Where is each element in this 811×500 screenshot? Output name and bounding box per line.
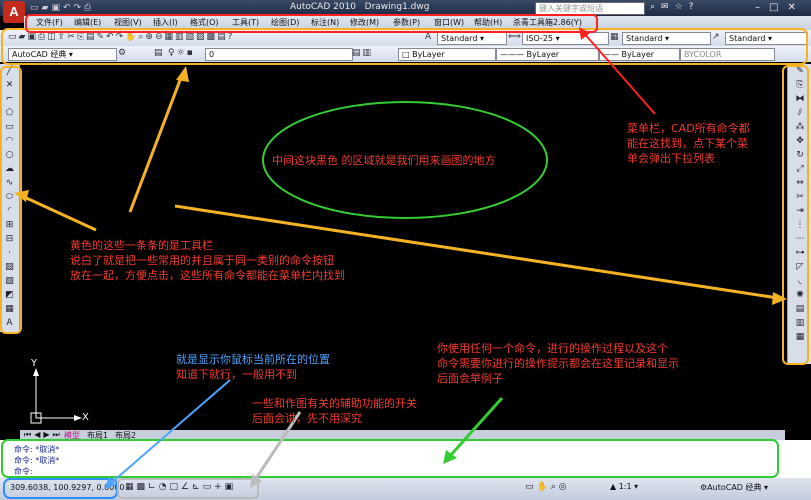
coords-annotation: 就是显示你鼠标当前所在的位置 知道下就行，一般用不到 bbox=[176, 352, 330, 382]
status-annotation-line: 一些和作图有关的辅助功能的开关 bbox=[252, 397, 417, 410]
arrowhead bbox=[176, 66, 189, 82]
canvas-annotation: 中间这块黑色 的区域就是我们用来画图的地方 bbox=[272, 154, 496, 167]
command-highlight bbox=[1, 439, 779, 478]
menu-annotation-line: 单会弹出下拉列表 bbox=[627, 152, 715, 165]
arrow bbox=[582, 31, 656, 115]
left-toolbar-highlight bbox=[0, 66, 22, 334]
command-annotation-line: 你使用任何一个命令，进行的操作过程以及这个 bbox=[437, 342, 668, 355]
arrowhead bbox=[772, 292, 787, 305]
status-annotation: 一些和作图有关的辅助功能的开关 后面会讲，先不用深究 bbox=[252, 396, 417, 426]
menu-annotation-line: 菜单栏，CAD所有命令都 bbox=[627, 122, 750, 135]
toolbar-annotation-line: 黄色的这些一条条的是工具栏 bbox=[70, 239, 213, 252]
command-annotation: 你使用任何一个命令，进行的操作过程以及这个 命令需要你进行的操作提示都会在这里记… bbox=[437, 341, 679, 386]
status-toggles-highlight bbox=[117, 478, 259, 499]
toolbar-annotation: 黄色的这些一条条的是工具栏 说白了就是把一些常用的并且属于同一类别的命令按钮 放… bbox=[70, 238, 345, 283]
arrow bbox=[21, 194, 97, 232]
command-annotation-line: 后面会举例子 bbox=[437, 372, 503, 385]
toolbar-annotation-line: 放在一起，方便点击，这些所有命令都能在菜单栏内找到 bbox=[70, 269, 345, 282]
toolbar-annotation-line: 说白了就是把一些常用的并且属于同一类别的命令按钮 bbox=[70, 254, 334, 267]
toolbar-highlight bbox=[1, 28, 808, 65]
arrow bbox=[448, 396, 504, 458]
arrow bbox=[128, 74, 184, 213]
menu-annotation: 菜单栏，CAD所有命令都 能在这找到，点下某个菜 单会弹出下拉列表 bbox=[627, 121, 750, 166]
command-annotation-line: 命令需要你进行的操作提示都会在这里记录和显示 bbox=[437, 357, 679, 370]
coords-annotation-line: 就是显示你鼠标当前所在的位置 bbox=[176, 353, 330, 366]
status-annotation-line: 后面会讲，先不用深究 bbox=[252, 412, 362, 425]
menu-annotation-line: 能在这找到，点下某个菜 bbox=[627, 137, 748, 150]
arrow bbox=[109, 379, 231, 485]
coords-highlight bbox=[3, 478, 118, 499]
right-toolbar-highlight bbox=[782, 65, 809, 365]
coords-annotation-line: 知道下就行，一般用不到 bbox=[176, 368, 297, 381]
